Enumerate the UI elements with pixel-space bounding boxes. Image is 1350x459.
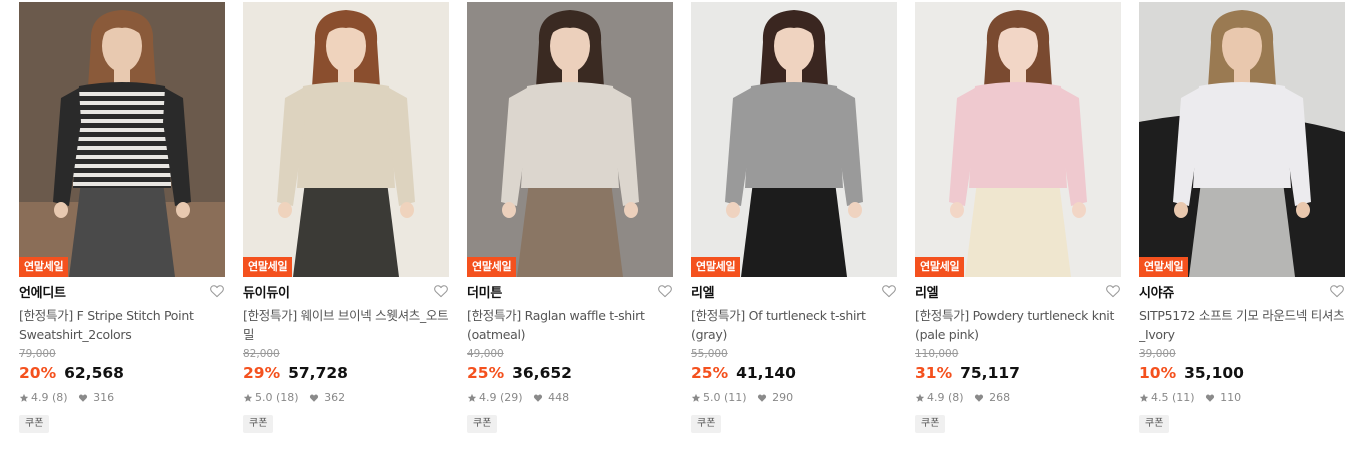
- heart-outline-icon[interactable]: [657, 283, 673, 299]
- rating-value: 4.9: [479, 391, 497, 404]
- review-count: (8): [948, 391, 964, 404]
- original-price: 110,000: [915, 348, 959, 360]
- product-card[interactable]: 연말세일 더미튼 [한정특가] Raglan waffle t-shirt (o…: [467, 2, 673, 433]
- product-card[interactable]: 연말세일 듀이듀이 [한정특가] 웨이브 브이넥 스웻셔츠_오트밀 82,000…: [243, 2, 449, 433]
- like-count: 290: [772, 391, 794, 404]
- heart-outline-icon[interactable]: [881, 283, 897, 299]
- product-photo: [915, 2, 1121, 277]
- review-count: (11): [724, 391, 747, 404]
- heart-filled-icon: [1205, 394, 1214, 402]
- product-photo: [691, 2, 897, 277]
- original-price: 49,000: [467, 348, 504, 360]
- original-price: 82,000: [243, 348, 280, 360]
- product-image[interactable]: 연말세일: [915, 2, 1121, 277]
- product-card[interactable]: 연말세일 시야쥬 SITP5172 소프트 기모 라운드넥 티셔츠_Ivory …: [1139, 2, 1345, 433]
- coupon-tag: 쿠폰: [19, 415, 50, 433]
- product-grid: 연말세일 언에디트 [한정특가] F Stripe Stitch Point S…: [19, 2, 1345, 433]
- product-title[interactable]: [한정특가] 웨이브 브이넥 스웻셔츠_오트밀: [243, 306, 449, 344]
- star-icon: [467, 393, 477, 402]
- product-photo: [243, 2, 449, 277]
- heart-filled-icon: [309, 394, 318, 402]
- sale-price: 41,140: [736, 364, 796, 382]
- rating-value: 4.9: [927, 391, 945, 404]
- heart-outline-icon[interactable]: [209, 283, 225, 299]
- brand-name[interactable]: 리엘: [691, 282, 715, 301]
- like-count: 110: [1220, 391, 1242, 404]
- product-image[interactable]: 연말세일: [19, 2, 225, 277]
- coupon-tag: 쿠폰: [915, 415, 946, 433]
- product-title[interactable]: [한정특가] F Stripe Stitch Point Sweatshirt_…: [19, 306, 225, 344]
- rating-value: 5.0: [703, 391, 721, 404]
- coupon-tag: 쿠폰: [467, 415, 498, 433]
- discount-rate: 25%: [691, 364, 729, 382]
- rating-value: 4.5: [1151, 391, 1169, 404]
- product-card[interactable]: 연말세일 언에디트 [한정특가] F Stripe Stitch Point S…: [19, 2, 225, 433]
- sale-badge: 연말세일: [243, 257, 293, 277]
- sale-badge: 연말세일: [691, 257, 741, 277]
- product-image[interactable]: 연말세일: [243, 2, 449, 277]
- rating-value: 4.9: [31, 391, 49, 404]
- heart-filled-icon: [757, 394, 766, 402]
- heart-filled-icon: [974, 394, 983, 402]
- like-count: 268: [989, 391, 1011, 404]
- like-count: 316: [93, 391, 115, 404]
- review-count: (18): [276, 391, 299, 404]
- star-icon: [1139, 393, 1149, 402]
- review-count: (29): [500, 391, 523, 404]
- discount-rate: 10%: [1139, 364, 1177, 382]
- sale-badge: 연말세일: [915, 257, 965, 277]
- coupon-tag: 쿠폰: [1139, 415, 1170, 433]
- brand-name[interactable]: 리엘: [915, 282, 939, 301]
- original-price: 79,000: [19, 348, 56, 360]
- brand-name[interactable]: 듀이듀이: [243, 282, 290, 301]
- star-icon: [19, 393, 29, 402]
- star-icon: [691, 393, 701, 402]
- sale-badge: 연말세일: [467, 257, 517, 277]
- sale-price: 57,728: [288, 364, 348, 382]
- star-icon: [915, 393, 925, 402]
- coupon-tag: 쿠폰: [691, 415, 722, 433]
- star-icon: [243, 393, 253, 402]
- product-title[interactable]: [한정특가] Of turtleneck t-shirt (gray): [691, 306, 897, 344]
- product-title[interactable]: [한정특가] Powdery turtleneck knit (pale pin…: [915, 306, 1121, 344]
- sale-badge: 연말세일: [19, 257, 69, 277]
- sale-price: 62,568: [64, 364, 124, 382]
- product-card[interactable]: 연말세일 리엘 [한정특가] Of turtleneck t-shirt (gr…: [691, 2, 897, 433]
- product-title[interactable]: [한정특가] Raglan waffle t-shirt (oatmeal): [467, 306, 673, 344]
- sale-price: 36,652: [512, 364, 572, 382]
- discount-rate: 25%: [467, 364, 505, 382]
- brand-name[interactable]: 더미튼: [467, 282, 502, 301]
- discount-rate: 31%: [915, 364, 953, 382]
- review-count: (8): [52, 391, 68, 404]
- product-image[interactable]: 연말세일: [467, 2, 673, 277]
- coupon-tag: 쿠폰: [243, 415, 274, 433]
- heart-filled-icon: [78, 394, 87, 402]
- product-photo: [1139, 2, 1345, 277]
- like-count: 448: [548, 391, 570, 404]
- product-photo: [467, 2, 673, 277]
- discount-rate: 20%: [19, 364, 57, 382]
- product-image[interactable]: 연말세일: [1139, 2, 1345, 277]
- heart-outline-icon[interactable]: [1105, 283, 1121, 299]
- heart-filled-icon: [533, 394, 542, 402]
- brand-name[interactable]: 시야쥬: [1139, 282, 1174, 301]
- heart-outline-icon[interactable]: [433, 283, 449, 299]
- like-count: 362: [324, 391, 346, 404]
- sale-badge: 연말세일: [1139, 257, 1189, 277]
- discount-rate: 29%: [243, 364, 281, 382]
- sale-price: 75,117: [960, 364, 1020, 382]
- sale-price: 35,100: [1184, 364, 1244, 382]
- review-count: (11): [1172, 391, 1195, 404]
- product-photo: [19, 2, 225, 277]
- product-title[interactable]: SITP5172 소프트 기모 라운드넥 티셔츠_Ivory: [1139, 306, 1345, 344]
- product-image[interactable]: 연말세일: [691, 2, 897, 277]
- original-price: 39,000: [1139, 348, 1176, 360]
- rating-value: 5.0: [255, 391, 273, 404]
- brand-name[interactable]: 언에디트: [19, 282, 66, 301]
- heart-outline-icon[interactable]: [1329, 283, 1345, 299]
- original-price: 55,000: [691, 348, 728, 360]
- product-card[interactable]: 연말세일 리엘 [한정특가] Powdery turtleneck knit (…: [915, 2, 1121, 433]
